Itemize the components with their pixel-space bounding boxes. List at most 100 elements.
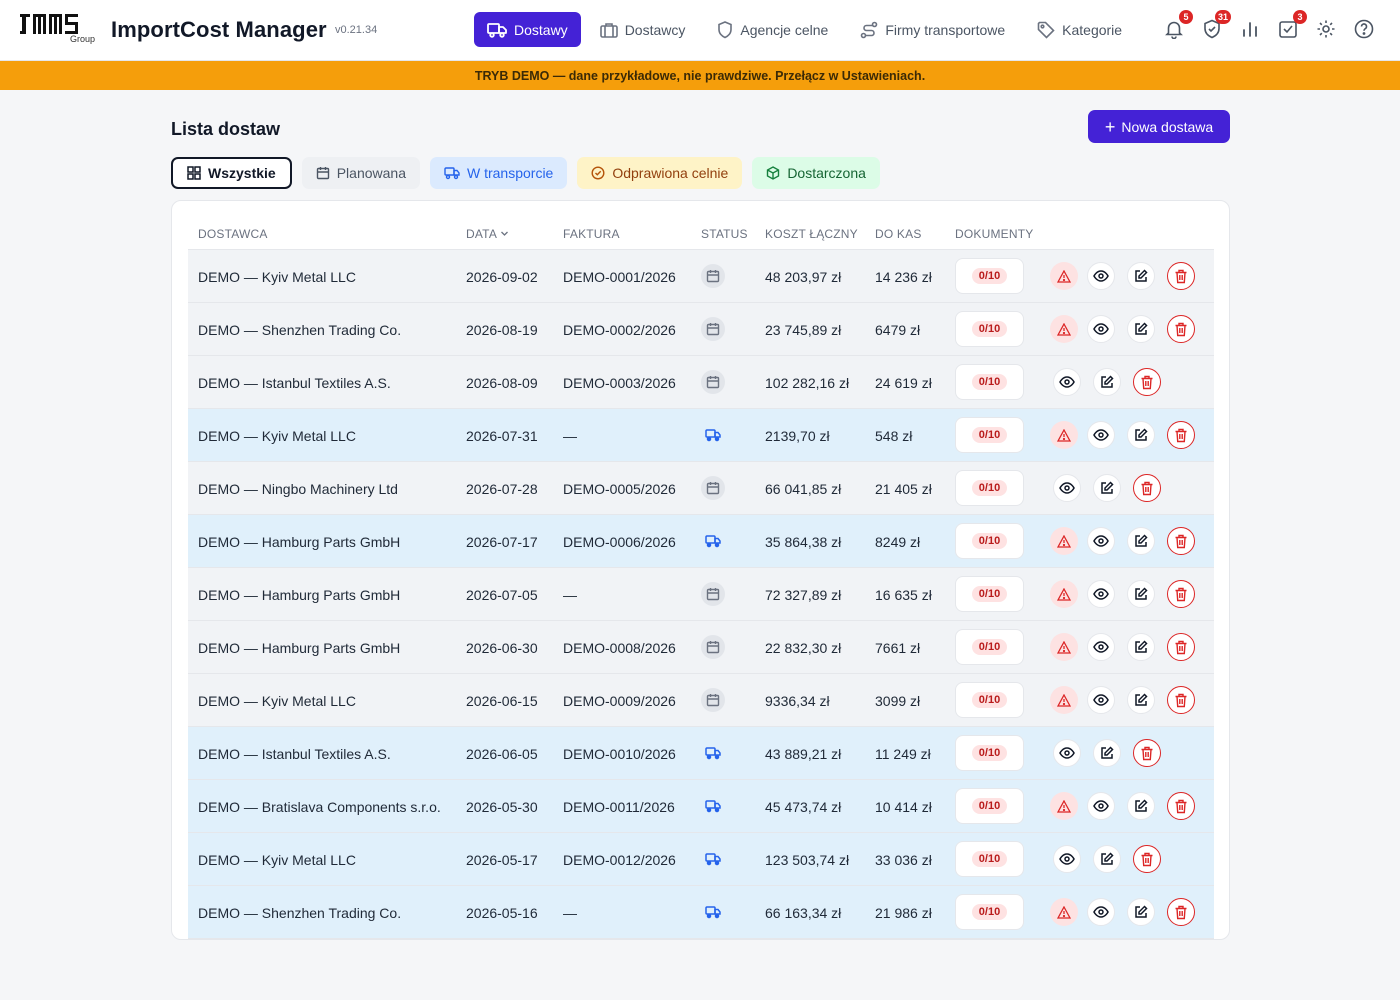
view-button[interactable] [1053,474,1081,502]
documents-button[interactable]: 0/10 [955,258,1024,294]
header-total-cost[interactable]: KOSZT ŁĄCZNY [765,227,858,241]
filter-cleared[interactable]: Odprawiona celnie [577,157,743,189]
header-documents[interactable]: DOKUMENTY [955,227,1033,241]
table-row[interactable]: DEMO — Kyiv Metal LLC 2026-06-15 DEMO-0009… [188,674,1214,727]
calendar-icon [701,688,725,712]
cell-total-cost: 66 041,85 zł [765,481,842,497]
delete-button[interactable] [1167,315,1195,343]
header-date[interactable]: DATA [466,227,509,241]
filter-delivered[interactable]: Dostarczona [752,157,880,189]
filter-planned[interactable]: Planowana [301,157,420,189]
view-button[interactable] [1087,792,1115,820]
edit-button[interactable] [1127,686,1155,714]
delete-button[interactable] [1133,368,1161,396]
documents-button[interactable]: 0/10 [955,735,1024,771]
table-row[interactable]: DEMO — Istanbul Textiles A.S. 2026-08-09 D… [188,356,1214,409]
documents-button[interactable]: 0/10 [955,894,1024,930]
tasks-button[interactable]: 3 [1276,10,1307,41]
edit-button[interactable] [1127,421,1155,449]
grid-icon [187,166,201,180]
table-row[interactable]: DEMO — Kyiv Metal LLC 2026-05-17 DEMO-0012… [188,833,1214,886]
table-row[interactable]: DEMO — Ningbo Machinery Ltd 2026-07-28 DEM… [188,462,1214,515]
view-button[interactable] [1087,686,1115,714]
documents-button[interactable]: 0/10 [955,576,1024,612]
settings-button[interactable] [1314,17,1338,41]
table-row[interactable]: DEMO — Hamburg Parts GmbH 2026-06-30 DEMO-… [188,621,1214,674]
header-cash[interactable]: DO KAS [875,227,922,241]
delete-button[interactable] [1167,421,1195,449]
delete-button[interactable] [1133,474,1161,502]
app-logo[interactable]: Group [20,12,100,46]
view-button[interactable] [1087,421,1115,449]
delete-button[interactable] [1167,686,1195,714]
documents-button[interactable]: 0/10 [955,364,1024,400]
header-invoice[interactable]: FAKTURA [563,227,620,241]
table-row[interactable]: DEMO — Hamburg Parts GmbH 2026-07-05 — 72 3… [188,568,1214,621]
view-button[interactable] [1053,845,1081,873]
cell-cash: 8249 zł [875,534,921,550]
documents-button[interactable]: 0/10 [955,470,1024,506]
view-button[interactable] [1087,898,1115,926]
delete-button[interactable] [1167,792,1195,820]
edit-button[interactable] [1093,739,1121,767]
table-row[interactable]: DEMO — Hamburg Parts GmbH 2026-07-17 DEMO-… [188,515,1214,568]
nav-item-dostawy[interactable]: Dostawy [474,12,581,47]
header-status[interactable]: STATUS [701,227,748,241]
edit-button[interactable] [1127,262,1155,290]
documents-button[interactable]: 0/10 [955,523,1024,559]
nav-item-dostawcy[interactable]: Dostawcy [587,12,699,47]
cell-date: 2026-06-30 [466,640,538,656]
documents-button[interactable]: 0/10 [955,629,1024,665]
delete-button[interactable] [1167,633,1195,661]
header-supplier[interactable]: DOSTAWCA [198,227,268,241]
filter-in-transit[interactable]: W transporcie [429,157,568,189]
edit-button[interactable] [1127,580,1155,608]
view-button[interactable] [1087,262,1115,290]
documents-button[interactable]: 0/10 [955,682,1024,718]
documents-button[interactable]: 0/10 [955,311,1024,347]
help-button[interactable] [1352,17,1376,41]
table-row[interactable]: DEMO — Bratislava Components s.r.o. 2026-… [188,780,1214,833]
documents-button[interactable]: 0/10 [955,788,1024,824]
edit-button[interactable] [1093,845,1121,873]
plus-icon: + [1104,116,1116,137]
alerts-button[interactable]: 31 [1200,10,1231,41]
view-button[interactable] [1087,527,1115,555]
view-button[interactable] [1053,739,1081,767]
calendar-icon [701,635,725,659]
delete-button[interactable] [1167,527,1195,555]
cell-supplier: DEMO — Kyiv Metal LLC [198,852,356,868]
nav-item-kategorie[interactable]: Kategorie [1024,12,1135,47]
table-row[interactable]: DEMO — Shenzhen Trading Co. 2026-08-19 DEM… [188,303,1214,356]
edit-button[interactable] [1127,792,1155,820]
edit-button[interactable] [1127,633,1155,661]
table-row[interactable]: DEMO — Kyiv Metal LLC 2026-07-31 — 2139,70 … [188,409,1214,462]
table-row[interactable]: DEMO — Shenzhen Trading Co. 2026-05-16 — 66… [188,886,1214,939]
notifications-button[interactable]: 5 [1162,10,1193,41]
edit-button[interactable] [1127,898,1155,926]
notifications-badge: 5 [1179,10,1193,24]
view-button[interactable] [1053,368,1081,396]
delete-button[interactable] [1133,845,1161,873]
filter-all[interactable]: Wszystkie [171,157,292,189]
edit-button[interactable] [1093,474,1121,502]
delete-button[interactable] [1167,580,1195,608]
delete-button[interactable] [1133,739,1161,767]
nav-item-agencje[interactable]: Agencje celne [704,12,841,47]
delete-button[interactable] [1167,898,1195,926]
reports-button[interactable] [1238,17,1262,41]
view-button[interactable] [1087,633,1115,661]
documents-button[interactable]: 0/10 [955,417,1024,453]
edit-button[interactable] [1127,527,1155,555]
new-delivery-button[interactable]: + Nowa dostawa [1088,110,1230,143]
cell-supplier: DEMO — Hamburg Parts GmbH [198,640,401,656]
view-button[interactable] [1087,315,1115,343]
documents-button[interactable]: 0/10 [955,841,1024,877]
edit-button[interactable] [1127,315,1155,343]
nav-item-firmy[interactable]: Firmy transportowe [847,12,1018,47]
view-button[interactable] [1087,580,1115,608]
table-row[interactable]: DEMO — Istanbul Textiles A.S. 2026-06-05 D… [188,727,1214,780]
edit-button[interactable] [1093,368,1121,396]
delete-button[interactable] [1167,262,1195,290]
table-row[interactable]: DEMO — Kyiv Metal LLC 2026-09-02 DEMO-0001… [188,250,1214,303]
